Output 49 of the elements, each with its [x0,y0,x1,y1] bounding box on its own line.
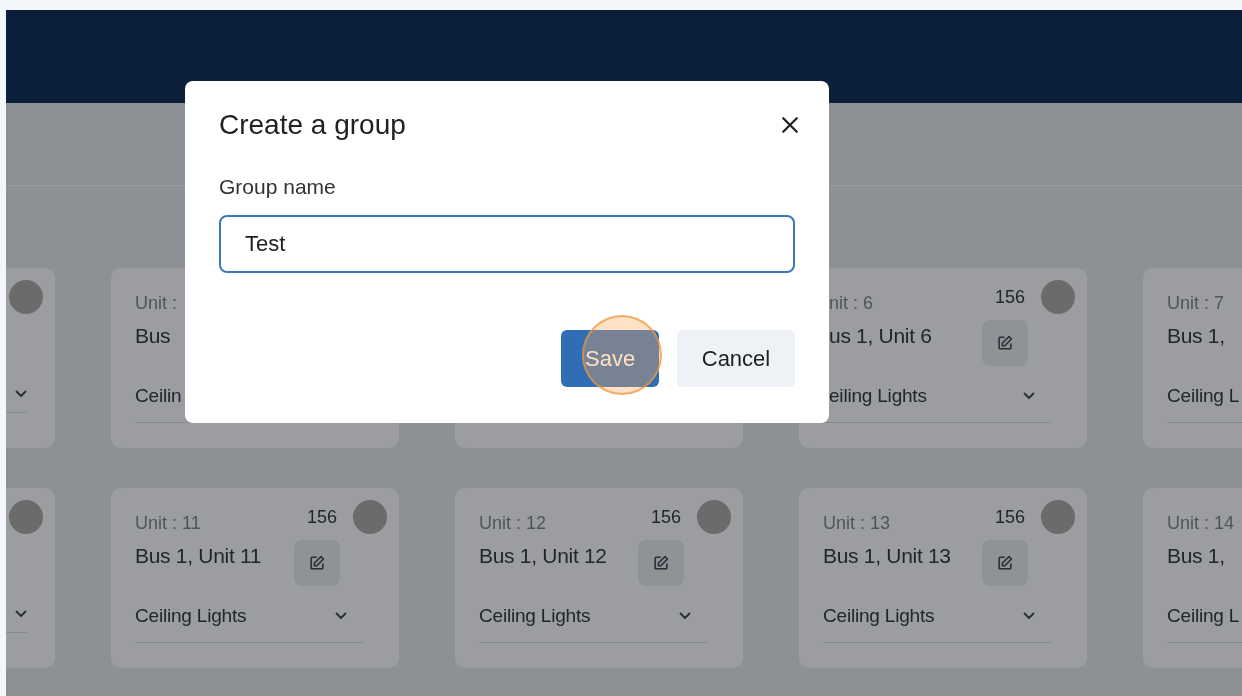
edit-icon [652,554,670,572]
type-dropdown[interactable]: Ceiling L [1167,380,1242,423]
unit-label: Unit : [135,293,177,314]
status-indicator [697,500,731,534]
edit-button[interactable] [982,320,1028,366]
count-label: 156 [650,506,681,528]
count-label: 156 [994,286,1025,308]
unit-label: nit : 6 [829,293,875,314]
chevron-down-icon [679,612,691,620]
type-dropdown[interactable]: Ceiling Lights [135,600,363,643]
chevron-down-icon [15,390,27,398]
chevron-down-icon [335,612,347,620]
unit-name: Bus 1, [1167,544,1226,568]
unit-label: Unit : 11 [135,513,202,534]
count-label: 156 [306,506,337,528]
unit-label: Unit : 7 [1167,293,1225,314]
edit-icon [996,554,1014,572]
edit-button[interactable] [294,540,340,586]
edit-button[interactable] [982,540,1028,586]
status-indicator [1041,500,1075,534]
unit-name: Bus [135,324,172,348]
chevron-down-icon [15,610,27,618]
unit-name: Bus 1, Unit 13 [823,544,951,568]
cancel-button[interactable]: Cancel [677,330,795,387]
chevron-down-icon [1023,612,1035,620]
save-button[interactable]: Save [561,330,659,387]
unit-label: Unit : 13 [823,513,892,534]
dialog-title: Create a group [219,109,406,141]
chevron-down-icon [1023,392,1035,400]
status-indicator [9,500,43,534]
status-indicator [1041,280,1075,314]
edit-icon [996,334,1014,352]
edit-button[interactable] [638,540,684,586]
unit-name: Bus 1, Unit 12 [479,544,607,568]
edit-icon [308,554,326,572]
unit-name: us 1, Unit 6 [829,324,932,348]
field-label: Group name [219,175,337,199]
close-icon [781,116,799,134]
type-dropdown[interactable]: Ceiling L [1167,600,1242,643]
unit-name: Bus 1, [1167,324,1225,348]
unit-label: Unit : 12 [479,513,548,534]
group-name-field[interactable]: Test [219,215,795,273]
unit-name: Bus 1, Unit 11 [135,544,262,568]
type-dropdown[interactable]: Ceiling Lights [479,600,707,643]
type-dropdown[interactable]: Ceiling Lights [823,600,1051,643]
unit-label: Unit : 14 [1167,513,1235,534]
status-indicator [353,500,387,534]
count-label: 156 [994,506,1025,528]
status-indicator [9,280,43,314]
